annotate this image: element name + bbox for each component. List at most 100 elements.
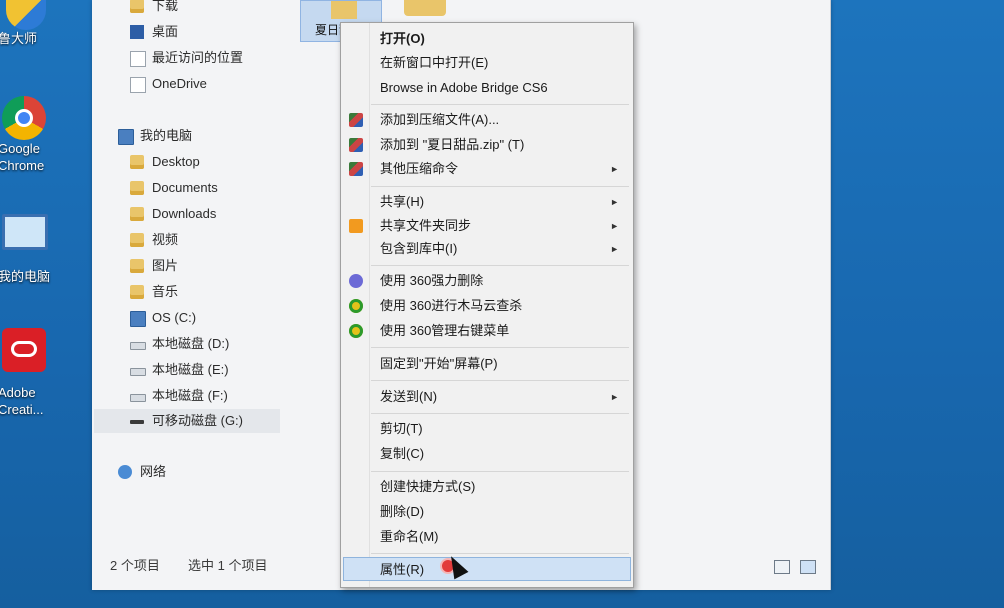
windows-drive-icon <box>130 311 146 327</box>
menu-item-label: 创建快捷方式(S) <box>380 479 476 494</box>
nav-item-onedrive[interactable]: OneDrive <box>92 72 282 96</box>
menu-separator <box>371 265 629 266</box>
nav-item-videos[interactable]: 视频 <box>92 228 282 252</box>
menu-separator <box>371 347 629 348</box>
menu-item-label: 包含到库中(I) <box>380 241 458 256</box>
submenu-arrow-icon: ► <box>610 197 619 207</box>
nav-item-drive-g[interactable]: 可移动磁盘 (G:) <box>94 409 280 433</box>
menu-separator <box>371 471 629 472</box>
360-delete-icon <box>349 274 363 288</box>
item-count: 2 个项目 <box>110 558 160 573</box>
menu-item-rename[interactable]: 重命名(M) <box>343 525 631 549</box>
desktop-icon-my-computer[interactable]: 我的电脑 <box>0 214 62 285</box>
menu-item-label: 复制(C) <box>380 446 425 461</box>
winrar-icon <box>349 138 363 152</box>
menu-item-open-new-window[interactable]: 在新窗口中打开(E) <box>343 51 631 75</box>
nav-item-label: 本地磁盘 (D:) <box>152 336 230 351</box>
adobe-creative-cloud-icon <box>2 328 46 372</box>
nav-item-drive-e[interactable]: 本地磁盘 (E:) <box>92 358 282 382</box>
menu-item-open[interactable]: 打开(O) <box>343 27 631 51</box>
menu-item-copy[interactable]: 复制(C) <box>343 442 631 466</box>
nav-item-desktop-cn[interactable]: 桌面 <box>92 20 282 44</box>
nav-item-pictures[interactable]: 图片 <box>92 254 282 278</box>
nav-item-downloads-cn[interactable]: 下载 <box>92 0 282 18</box>
menu-item-360-force-delete[interactable]: 使用 360强力删除 <box>343 269 631 293</box>
menu-item-label: 使用 360管理右键菜单 <box>380 323 510 338</box>
menu-item-label: 重命名(M) <box>380 529 439 544</box>
folder-icon <box>130 155 144 169</box>
menu-item-properties[interactable]: 属性(R) <box>343 557 631 581</box>
nav-item-my-computer[interactable]: 我的电脑 <box>92 124 282 148</box>
navigation-pane: 下载 桌面 最近访问的位置 OneDrive 我的电脑 Desktop Docu… <box>92 0 282 540</box>
menu-separator <box>371 413 629 414</box>
menu-item-other-compress[interactable]: 其他压缩命令 ► <box>343 157 631 181</box>
desktop-icon-label: Google Chrome <box>0 141 45 173</box>
removable-drive-icon <box>130 420 144 424</box>
onedrive-icon <box>130 77 146 93</box>
shield-icon <box>6 0 46 30</box>
nav-item-desktop[interactable]: Desktop <box>92 150 282 174</box>
winrar-icon <box>349 162 363 176</box>
menu-item-label: Browse in Adobe Bridge CS6 <box>380 80 548 95</box>
nav-item-label: Documents <box>152 180 218 195</box>
nav-item-recent-places[interactable]: 最近访问的位置 <box>92 46 282 70</box>
large-icons-view-icon[interactable] <box>800 560 816 574</box>
menu-item-include-in-library[interactable]: 包含到库中(I) ► <box>343 237 631 261</box>
nav-item-label: 网络 <box>140 464 167 479</box>
network-icon <box>118 465 132 479</box>
nav-item-documents[interactable]: Documents <box>92 176 282 200</box>
menu-item-label: 使用 360强力删除 <box>380 273 484 288</box>
folder-icon <box>130 233 144 247</box>
menu-separator <box>371 553 629 554</box>
nav-item-label: 图片 <box>152 258 179 273</box>
menu-item-label: 其他压缩命令 <box>380 161 459 176</box>
menu-item-360-trojan-scan[interactable]: 使用 360进行木马云查杀 <box>343 294 631 318</box>
menu-item-add-to-zip[interactable]: 添加到 "夏日甜品.zip" (T) <box>343 133 631 157</box>
nav-item-label: 桌面 <box>152 24 179 39</box>
nav-item-drive-d[interactable]: 本地磁盘 (D:) <box>92 332 282 356</box>
computer-icon <box>118 129 134 145</box>
menu-item-label: 删除(D) <box>380 504 425 519</box>
menu-item-label: 共享(H) <box>380 194 425 209</box>
nav-item-label: 可移动磁盘 (G:) <box>152 413 243 428</box>
menu-item-create-shortcut[interactable]: 创建快捷方式(S) <box>343 475 631 499</box>
menu-item-label: 在新窗口中打开(E) <box>380 55 489 70</box>
nav-item-label: 最近访问的位置 <box>152 50 244 65</box>
submenu-arrow-icon: ► <box>610 164 619 174</box>
nav-item-drive-f[interactable]: 本地磁盘 (F:) <box>92 384 282 408</box>
menu-item-delete[interactable]: 删除(D) <box>343 500 631 524</box>
menu-item-share[interactable]: 共享(H) ► <box>343 190 631 214</box>
nav-item-label: 本地磁盘 (E:) <box>152 362 229 377</box>
menu-item-pin-to-start[interactable]: 固定到"开始"屏幕(P) <box>343 352 631 376</box>
menu-item-label: 属性(R) <box>380 562 425 577</box>
nav-item-label: 下载 <box>152 0 179 13</box>
menu-item-label: 使用 360进行木马云查杀 <box>380 298 523 313</box>
desktop-icon-label: 我的电脑 <box>0 269 51 284</box>
menu-item-add-to-archive[interactable]: 添加到压缩文件(A)... <box>343 108 631 132</box>
menu-item-share-sync[interactable]: 共享文件夹同步 ► <box>343 214 631 238</box>
menu-item-adobe-bridge[interactable]: Browse in Adobe Bridge CS6 <box>343 76 631 100</box>
nav-item-music[interactable]: 音乐 <box>92 280 282 304</box>
desktop: 鲁大师 Google Chrome 我的电脑 Adobe Creati... 下… <box>0 0 1004 608</box>
desktop-icon-chrome[interactable]: Google Chrome <box>0 96 62 174</box>
nav-item-label: 我的电脑 <box>140 128 193 143</box>
desktop-icon-adobe-cc[interactable]: Adobe Creati... <box>0 328 62 418</box>
folder-icon <box>130 259 144 273</box>
menu-item-send-to[interactable]: 发送到(N) ► <box>343 385 631 409</box>
recent-places-icon <box>130 51 146 67</box>
360-security-icon <box>349 299 363 313</box>
computer-icon <box>2 214 48 250</box>
menu-item-360-manage-menu[interactable]: 使用 360管理右键菜单 <box>343 319 631 343</box>
menu-separator <box>371 186 629 187</box>
desktop-icon-ludashi[interactable]: 鲁大师 <box>0 0 62 47</box>
menu-item-cut[interactable]: 剪切(T) <box>343 417 631 441</box>
nav-item-drive-c[interactable]: OS (C:) <box>92 306 282 330</box>
nav-item-label: OneDrive <box>152 76 207 91</box>
menu-item-label: 打开(O) <box>380 31 425 46</box>
folder-icon[interactable] <box>404 0 446 16</box>
details-view-icon[interactable] <box>774 560 790 574</box>
nav-item-network[interactable]: 网络 <box>92 460 282 484</box>
nav-item-label: Downloads <box>152 206 217 221</box>
nav-item-downloads[interactable]: Downloads <box>92 202 282 226</box>
desktop-icon-label: Adobe Creati... <box>0 385 44 417</box>
